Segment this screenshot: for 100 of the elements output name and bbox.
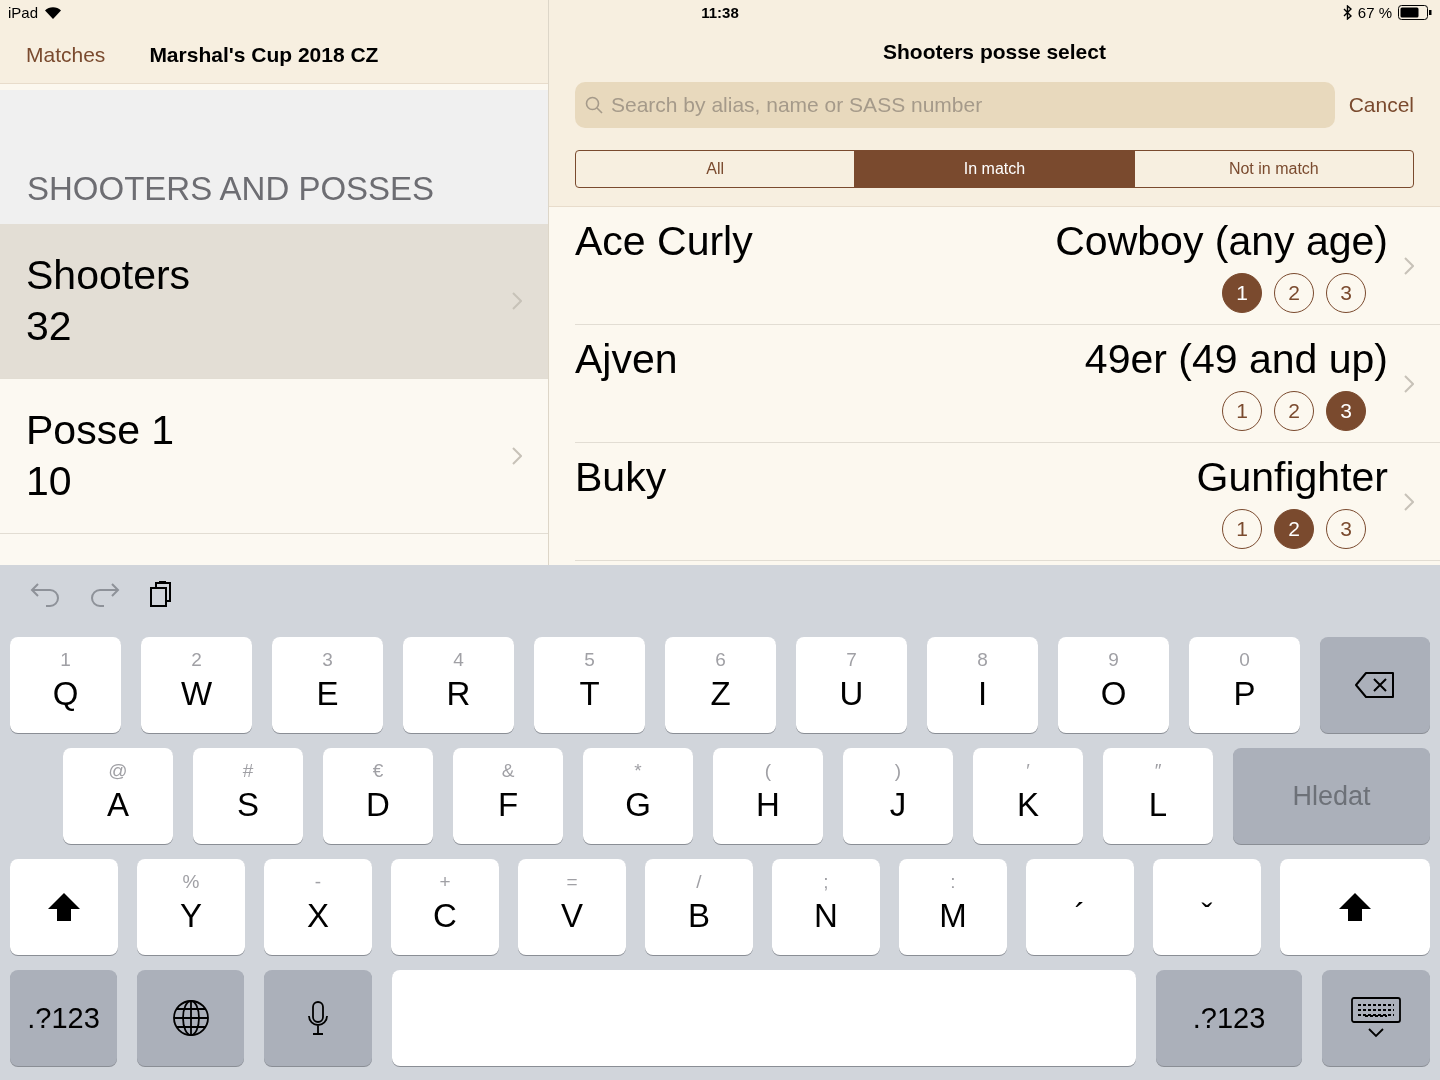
screen-title: Shooters posse select [883, 40, 1106, 64]
battery-percent: 67 % [1357, 4, 1392, 21]
key[interactable]: # S [193, 748, 303, 844]
key[interactable]: 3 E [272, 637, 383, 733]
key[interactable]: = V [518, 859, 626, 955]
key-hint: 5 [583, 649, 596, 671]
key[interactable]: ″ L [1103, 748, 1213, 844]
row-title: Posse 1 [26, 406, 175, 455]
key-hint: # [241, 760, 255, 782]
posse-toggle[interactable]: 3 [1326, 391, 1366, 431]
chevron-icon [1404, 257, 1414, 275]
key-hint: % [181, 871, 201, 893]
key[interactable]: ) J [843, 748, 953, 844]
category-label: Gunfighter [1196, 455, 1388, 499]
key[interactable]: ´ [1026, 859, 1134, 955]
key[interactable]: 7 U [796, 637, 907, 733]
cancel-button[interactable]: Cancel [1348, 93, 1414, 117]
key[interactable]: + C [391, 859, 499, 955]
segment-tab[interactable]: Not in match [1133, 151, 1413, 187]
key[interactable]: : M [899, 859, 1007, 955]
chevron-icon [512, 292, 522, 310]
key-hint: ″ [1153, 760, 1163, 782]
delete-key[interactable] [1320, 637, 1430, 733]
key-hint: 6 [714, 649, 727, 671]
shooter-row[interactable]: Buky Gunfighter 1 2 3 [575, 443, 1440, 561]
shift-key[interactable] [1280, 859, 1430, 955]
shooter-name: Ajven [575, 337, 678, 381]
shift-key[interactable] [10, 859, 118, 955]
shift-icon [1338, 892, 1372, 922]
key[interactable]: % Y [137, 859, 245, 955]
key-hint: ) [893, 760, 903, 782]
key[interactable]: 8 I [927, 637, 1038, 733]
posse-toggle[interactable]: 1 [1222, 273, 1262, 313]
key[interactable]: * G [583, 748, 693, 844]
chevron-icon [1404, 375, 1414, 393]
search-field[interactable]: Search by alias, name or SASS number [575, 82, 1335, 128]
shooter-row[interactable]: Ajven 49er (49 and up) 1 2 3 [575, 325, 1440, 443]
key-hint: ( [763, 760, 773, 782]
key-hint: 3 [321, 649, 334, 671]
segment-tab[interactable]: All [576, 151, 855, 187]
key-hint: 7 [845, 649, 858, 671]
key-hint: 9 [1107, 649, 1120, 671]
key[interactable]: @ A [63, 748, 173, 844]
key-hint: 8 [976, 649, 989, 671]
key[interactable]: / B [645, 859, 753, 955]
shooter-row[interactable]: Ace Curly Cowboy (any age) 1 2 3 [575, 207, 1440, 325]
key-hint: @ [107, 760, 129, 782]
key[interactable]: ˇ [1153, 859, 1261, 955]
keyboard-dismiss-icon [1351, 997, 1401, 1039]
key[interactable]: 2 W [141, 637, 252, 733]
globe-icon [171, 999, 210, 1037]
numbers-key[interactable]: .?123 [10, 970, 117, 1066]
key-hint: 0 [1238, 649, 1251, 671]
category-label: Cowboy (any age) [1055, 219, 1388, 263]
key-hint: = [565, 871, 579, 893]
shooter-name: Ace Curly [575, 219, 753, 263]
key-hint: * [633, 760, 643, 782]
key[interactable]: ′ K [973, 748, 1083, 844]
posse-toggle[interactable]: 2 [1274, 509, 1314, 549]
key[interactable]: 1 Q [10, 637, 121, 733]
section-header: SHOOTERS AND POSSES [27, 170, 435, 208]
key-hint: 4 [452, 649, 465, 671]
key[interactable]: - X [264, 859, 372, 955]
chevron-icon [512, 447, 522, 465]
key-hint: ′ [1025, 760, 1031, 782]
key[interactable]: ( H [713, 748, 823, 844]
key[interactable]: € D [323, 748, 433, 844]
segment-tab[interactable]: In match [854, 151, 1134, 187]
key-hint: / [695, 871, 703, 893]
device-label: iPad [8, 4, 39, 21]
key[interactable]: 0 P [1189, 637, 1300, 733]
delete-icon [1354, 671, 1396, 699]
key[interactable]: 6 Z [665, 637, 776, 733]
key-hint: 1 [59, 649, 72, 671]
key[interactable]: & F [453, 748, 563, 844]
clock: 11:38 [701, 4, 739, 21]
key[interactable]: 5 T [534, 637, 645, 733]
list-row[interactable]: Shooters 32 [0, 224, 548, 379]
back-button[interactable]: Matches [26, 43, 106, 67]
key-hint: & [500, 760, 516, 782]
microphone-icon [307, 1001, 329, 1035]
key-hint: : [949, 871, 957, 893]
key-hint: + [438, 871, 452, 893]
key[interactable]: 4 R [403, 637, 514, 733]
battery-icon [1398, 5, 1432, 20]
numbers-key[interactable]: .?123 [1156, 970, 1302, 1066]
shooter-name: Buky [575, 455, 667, 499]
shift-icon [47, 892, 81, 922]
chevron-icon [1404, 493, 1414, 511]
row-title: Shooters [26, 251, 191, 300]
hide-keyboard-key[interactable] [1322, 970, 1430, 1066]
language-key[interactable] [137, 970, 244, 1066]
key-hint: - [313, 871, 323, 893]
key[interactable]: 9 O [1058, 637, 1169, 733]
key[interactable]: ; N [772, 859, 880, 955]
row-count: 32 [26, 302, 73, 351]
bluetooth-icon [1342, 5, 1352, 20]
key-hint: ; [822, 871, 830, 893]
wifi-icon [44, 5, 63, 20]
match-title: Marshal's Cup 2018 CZ [149, 43, 379, 67]
